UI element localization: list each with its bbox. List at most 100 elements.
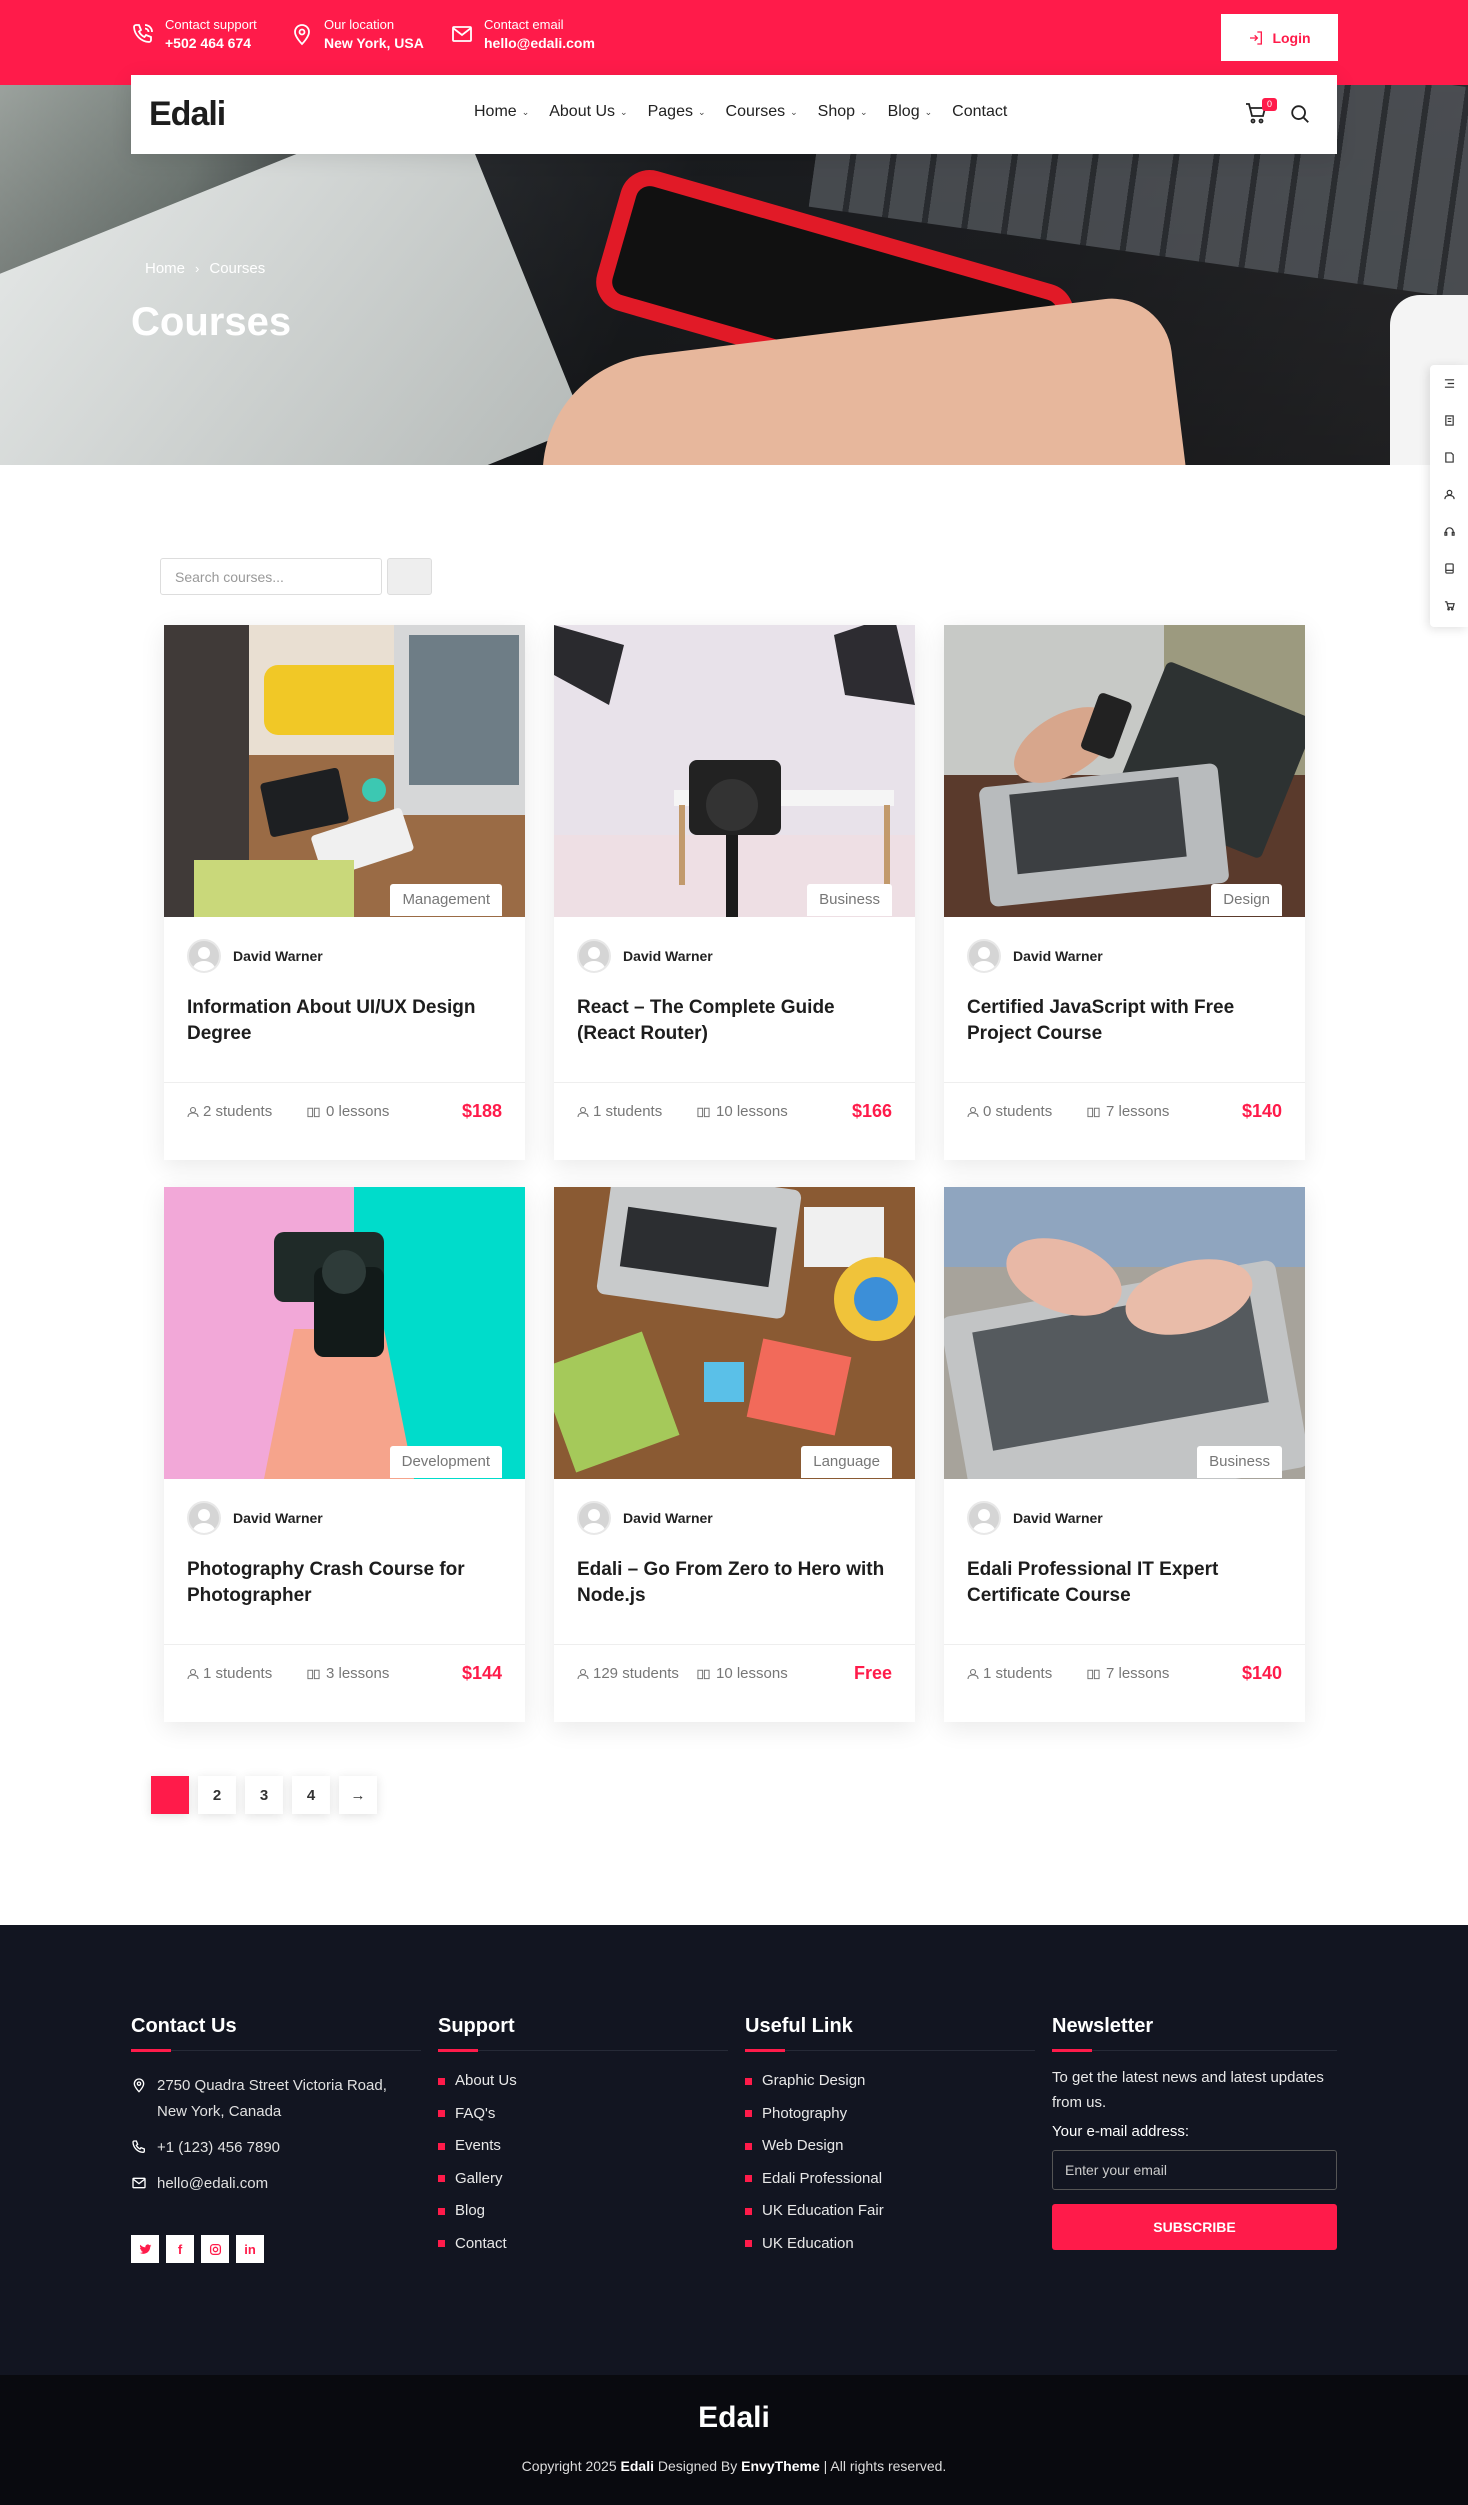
page-2-button[interactable]: 2: [198, 1776, 236, 1814]
course-category-tag[interactable]: Design: [1211, 884, 1282, 916]
footer-link-edali-professional[interactable]: Edali Professional: [745, 2163, 1035, 2196]
course-author: David Warner: [967, 939, 1103, 973]
menu-item-home[interactable]: Home ⌄: [464, 103, 539, 121]
book-open-icon: [307, 1669, 320, 1679]
copyright-author-link[interactable]: EnvyTheme: [741, 2458, 820, 2474]
course-card[interactable]: Development David Warner Photography Cra…: [164, 1187, 525, 1722]
breadcrumb-home[interactable]: Home: [145, 260, 185, 277]
card-divider: [554, 1644, 915, 1645]
course-category-tag[interactable]: Business: [807, 884, 892, 916]
course-search-input[interactable]: [160, 558, 382, 595]
students-text: 129 students: [593, 1665, 679, 1682]
next-page-arrow-icon[interactable]: →: [339, 1776, 377, 1814]
user-icon: [967, 1668, 979, 1679]
course-card[interactable]: Management David Warner Information Abou…: [164, 625, 525, 1160]
menu-item-courses[interactable]: Courses ⌄: [716, 103, 808, 121]
file-icon[interactable]: [1430, 439, 1468, 476]
footer-logo[interactable]: Edali: [0, 2401, 1468, 2435]
menu-item-contact[interactable]: Contact: [942, 103, 1017, 121]
location-label: Our location: [324, 17, 395, 32]
course-image: [554, 625, 915, 917]
course-title[interactable]: Edali Professional IT Expert Certificate…: [967, 1557, 1287, 1609]
menu-item-about[interactable]: About Us ⌄: [539, 103, 637, 121]
email-value[interactable]: hello@edali.com: [484, 33, 595, 53]
course-category-tag[interactable]: Development: [389, 1446, 502, 1478]
chevron-down-icon: ⌄: [620, 106, 628, 117]
phone-text[interactable]: +1 (123) 456 7890: [157, 2135, 280, 2161]
breadcrumb: Home › Courses: [145, 260, 265, 277]
students-count: 1 students: [187, 1665, 272, 1682]
footer-link-contact[interactable]: Contact: [438, 2228, 728, 2261]
pagination: 1 2 3 4 →: [151, 1776, 377, 1814]
course-title[interactable]: Certified JavaScript with Free Project C…: [967, 995, 1287, 1047]
avatar: [577, 1501, 611, 1535]
students-text: 1 students: [983, 1665, 1053, 1682]
instagram-icon[interactable]: [201, 2235, 229, 2263]
social-links: f in: [131, 2235, 421, 2263]
author-name[interactable]: David Warner: [1013, 948, 1103, 964]
mail-icon: [132, 2177, 146, 2189]
subscribe-button[interactable]: SUBSCRIBE: [1052, 2204, 1337, 2250]
page-4-button[interactable]: 4: [292, 1776, 330, 1814]
page-1-button[interactable]: 1: [151, 1776, 189, 1814]
book-open-icon: [697, 1669, 710, 1679]
copyright-brand[interactable]: Edali: [621, 2458, 654, 2474]
author-name[interactable]: David Warner: [233, 1510, 323, 1526]
facebook-icon[interactable]: f: [166, 2235, 194, 2263]
twitter-icon[interactable]: [131, 2235, 159, 2263]
course-card[interactable]: Language David Warner Edali – Go From Ze…: [554, 1187, 915, 1722]
login-button[interactable]: Login: [1221, 14, 1338, 61]
course-category-tag[interactable]: Business: [1197, 1446, 1282, 1478]
lessons-text: 10 lessons: [716, 1103, 788, 1120]
demos-icon[interactable]: [1430, 365, 1468, 402]
menu-item-blog[interactable]: Blog ⌄: [878, 103, 943, 121]
menu-item-pages[interactable]: Pages ⌄: [638, 103, 716, 121]
documentation-icon[interactable]: [1430, 402, 1468, 439]
course-card[interactable]: Business David Warner React – The Comple…: [554, 625, 915, 1160]
course-title[interactable]: Photography Crash Course for Photographe…: [187, 1557, 507, 1609]
footer-link-graphic-design[interactable]: Graphic Design: [745, 2065, 1035, 2098]
course-image: [164, 1187, 525, 1479]
course-author: David Warner: [577, 1501, 713, 1535]
students-text: 0 students: [983, 1103, 1053, 1120]
footer-link-web-design[interactable]: Web Design: [745, 2130, 1035, 2163]
course-title[interactable]: React – The Complete Guide (React Router…: [577, 995, 897, 1047]
user-icon[interactable]: [1430, 476, 1468, 513]
author-name[interactable]: David Warner: [1013, 1510, 1103, 1526]
search-icon[interactable]: [1289, 103, 1311, 125]
course-card[interactable]: Business David Warner Edali Professional…: [944, 1187, 1305, 1722]
linkedin-icon[interactable]: in: [236, 2235, 264, 2263]
course-price: $140: [1241, 1663, 1282, 1683]
footer-link-faq[interactable]: FAQ's: [438, 2098, 728, 2131]
course-search-button[interactable]: [387, 558, 432, 595]
menu-item-shop[interactable]: Shop ⌄: [808, 103, 878, 121]
newsletter-email-input[interactable]: [1052, 2150, 1337, 2190]
footer-link-uk-education-fair[interactable]: UK Education Fair: [745, 2195, 1035, 2228]
course-category-tag[interactable]: Language: [801, 1446, 892, 1478]
site-logo[interactable]: Edali: [149, 95, 226, 134]
course-title[interactable]: Edali – Go From Zero to Hero with Node.j…: [577, 1557, 897, 1609]
course-category-tag[interactable]: Management: [390, 884, 502, 916]
footer-link-events[interactable]: Events: [438, 2130, 728, 2163]
author-name[interactable]: David Warner: [623, 948, 713, 964]
login-icon: [1250, 30, 1263, 45]
footer-link-blog[interactable]: Blog: [438, 2195, 728, 2228]
book-icon[interactable]: [1430, 550, 1468, 587]
course-card[interactable]: Design David Warner Certified JavaScript…: [944, 625, 1305, 1160]
support-headset-icon[interactable]: [1430, 513, 1468, 550]
lessons-count: 7 lessons: [1087, 1665, 1169, 1682]
course-title[interactable]: Information About UI/UX Design Degree: [187, 995, 507, 1047]
author-name[interactable]: David Warner: [233, 948, 323, 964]
cart-icon[interactable]: [1430, 587, 1468, 624]
footer-link-gallery[interactable]: Gallery: [438, 2163, 728, 2196]
support-phone[interactable]: +502 464 674: [165, 33, 257, 53]
course-price: $144: [461, 1663, 502, 1683]
footer-link-uk-education[interactable]: UK Education: [745, 2228, 1035, 2261]
footer-email: hello@edali.com: [131, 2171, 411, 2197]
footer-link-about[interactable]: About Us: [438, 2065, 728, 2098]
lessons-text: 3 lessons: [326, 1665, 390, 1682]
footer-link-photography[interactable]: Photography: [745, 2098, 1035, 2131]
page-3-button[interactable]: 3: [245, 1776, 283, 1814]
email-text[interactable]: hello@edali.com: [157, 2171, 268, 2197]
author-name[interactable]: David Warner: [623, 1510, 713, 1526]
